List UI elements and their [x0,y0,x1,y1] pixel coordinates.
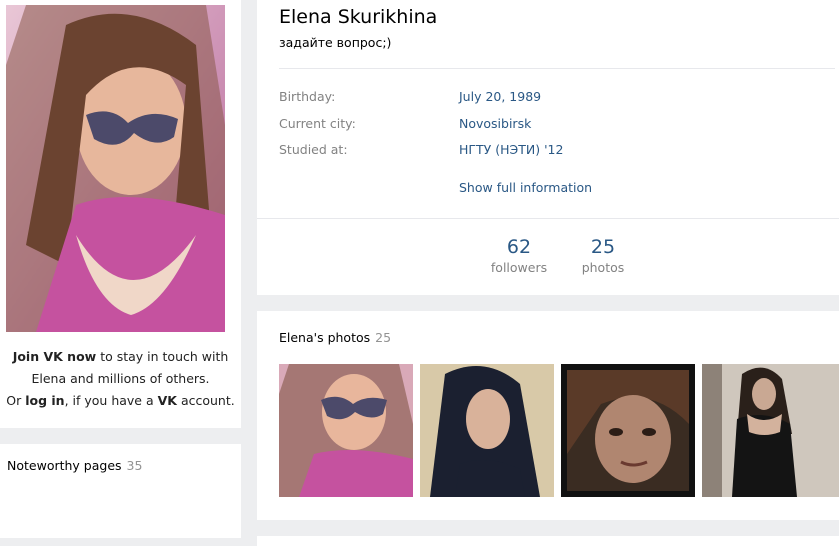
photo-thumbnail[interactable] [702,364,839,497]
counter-label: followers [490,260,548,275]
noteworthy-pages-count: 35 [126,458,143,473]
profile-status: задайте вопрос;) [279,35,392,50]
info-value-link[interactable]: Novosibirsk [459,116,531,131]
join-text-2: Elena and millions of others. [31,371,210,386]
profile-info-card: Elena Skurikhina задайте вопрос;) Birthd… [257,0,839,295]
divider [279,68,835,69]
divider [257,218,839,219]
counter-label: photos [581,260,625,275]
photos-title: Elena's photos [279,330,371,345]
photo-image-icon [420,364,554,497]
noteworthy-pages-title: Noteworthy pages [7,458,122,473]
photo-image-icon [561,364,695,497]
profile-photo-card: Join VK now to stay in touch with Elena … [0,0,241,428]
join-text-1: to stay in touch with [96,349,229,364]
photo-image-icon [279,364,413,497]
vk-brand-text: VK [157,393,177,408]
profile-name: Elena Skurikhina [279,6,438,28]
info-label: Studied at: [279,142,348,157]
info-label: Birthday: [279,89,336,104]
noteworthy-pages-card: Noteworthy pages 35 [0,444,241,538]
or-text: Or [6,393,26,408]
counter-number: 62 [506,236,532,258]
info-value-link[interactable]: НГТУ (НЭТИ) '12 [459,142,563,157]
profile-avatar[interactable] [6,5,225,332]
join-text-3: , if you have a [64,393,158,408]
info-label: Current city: [279,116,356,131]
login-link[interactable]: log in [25,393,64,408]
join-prompt: Join VK now to stay in touch with Elena … [0,346,241,412]
photos-card: Elena's photos 25 [257,311,839,520]
photos-count: 25 [375,330,392,345]
photo-image-icon [702,364,839,497]
photos-counter[interactable]: 25 photos [563,236,643,275]
noteworthy-pages-header[interactable]: Noteworthy pages 35 [7,458,142,473]
photos-header[interactable]: Elena's photos 25 [279,330,391,345]
join-text-4: account. [176,393,235,408]
photo-thumbnail[interactable] [279,364,413,497]
followers-counter[interactable]: 62 followers [479,236,559,275]
avatar-photo-icon [6,5,225,332]
photo-thumbnail[interactable] [420,364,554,497]
photo-thumbnail[interactable] [561,364,695,497]
join-vk-link[interactable]: Join VK now [13,349,97,364]
info-value-link[interactable]: July 20, 1989 [459,89,541,104]
show-full-information-link[interactable]: Show full information [459,180,592,195]
counter-number: 25 [590,236,616,258]
